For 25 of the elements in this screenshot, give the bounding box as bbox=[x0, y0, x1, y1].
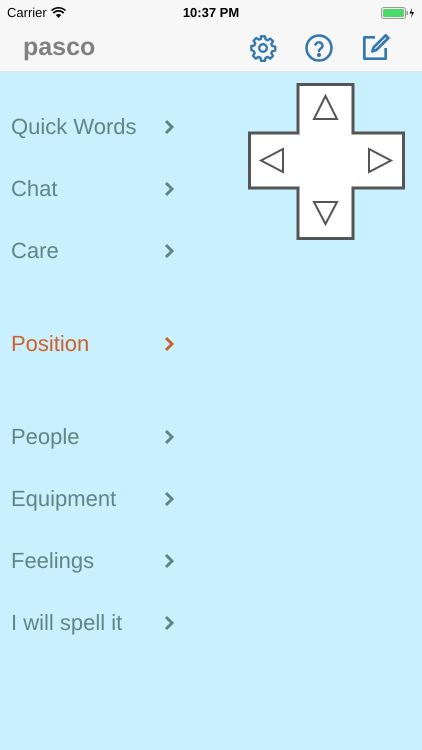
menu-item[interactable]: Care bbox=[0, 220, 190, 282]
up-arrow-icon[interactable] bbox=[312, 94, 339, 120]
menu-item[interactable]: Equipment bbox=[0, 468, 190, 530]
battery-icon bbox=[381, 6, 415, 18]
chevron-icon bbox=[164, 491, 174, 507]
chevron-icon bbox=[164, 181, 174, 197]
wifi-icon bbox=[50, 7, 66, 18]
chevron-icon bbox=[164, 119, 174, 135]
chevron-icon bbox=[164, 429, 174, 445]
chevron-icon bbox=[164, 243, 174, 259]
clock-time: 10:37 PM bbox=[182, 4, 240, 22]
app-title: pasco bbox=[23, 32, 96, 64]
menu-item[interactable]: Quick Words bbox=[0, 96, 190, 158]
menu-item[interactable]: I will spell it bbox=[0, 592, 190, 654]
menu-item[interactable]: Position bbox=[0, 282, 190, 406]
left-arrow-icon[interactable] bbox=[258, 147, 284, 174]
menu-item[interactable]: People bbox=[0, 406, 190, 468]
chevron-icon bbox=[164, 553, 174, 569]
menu-item[interactable]: Feelings bbox=[0, 530, 190, 592]
chevron-icon bbox=[164, 615, 174, 631]
down-arrow-icon[interactable] bbox=[312, 201, 339, 226]
carrier-label: Carrier bbox=[7, 4, 47, 22]
chevron-icon bbox=[164, 336, 174, 352]
right-arrow-icon[interactable] bbox=[368, 147, 394, 174]
menu-item[interactable]: Chat bbox=[0, 158, 190, 220]
